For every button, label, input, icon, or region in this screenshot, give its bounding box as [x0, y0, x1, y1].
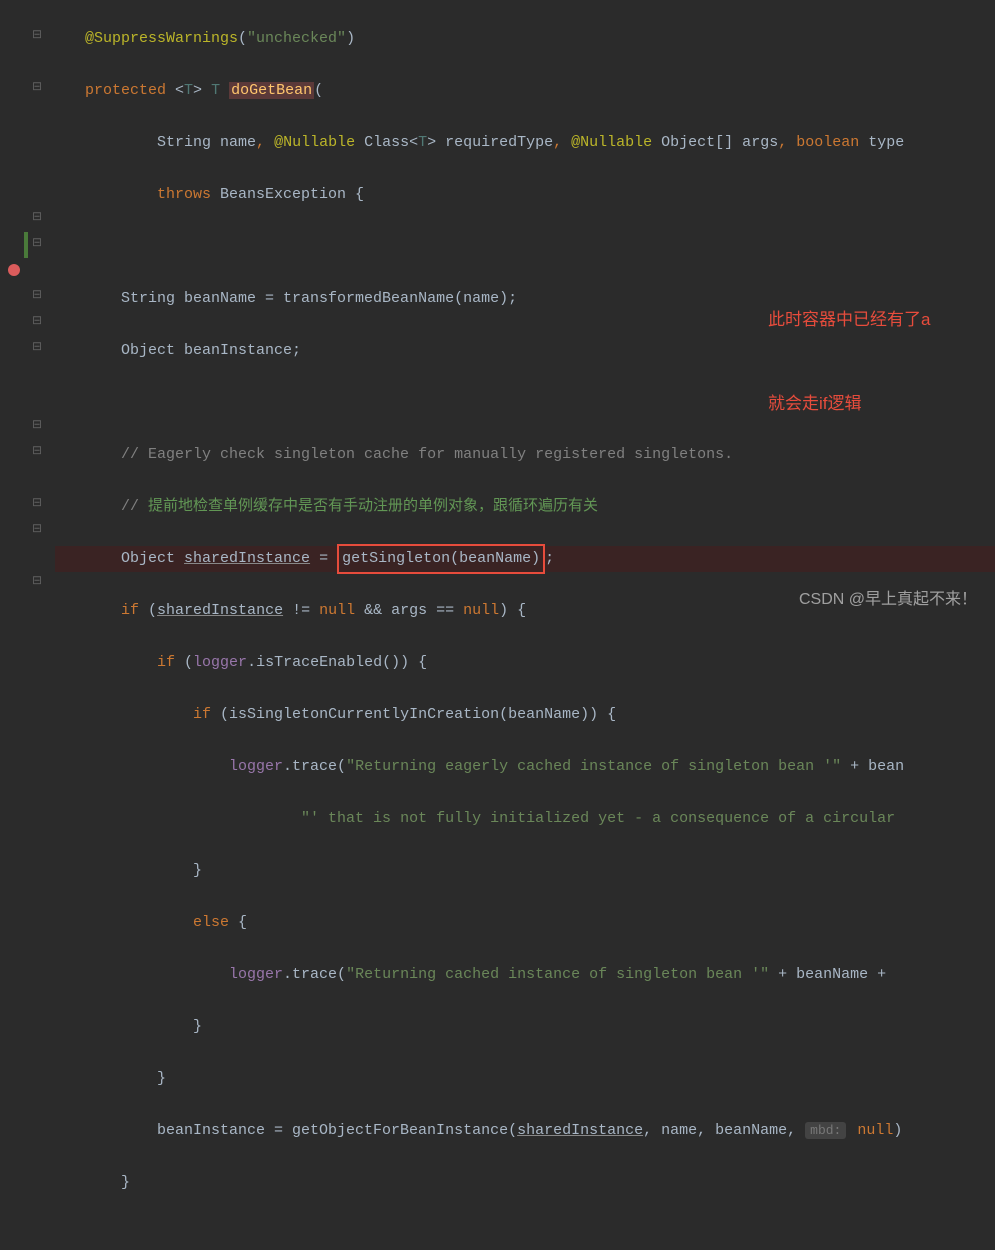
keyword: boolean — [796, 134, 859, 151]
code-line: throws BeansException { — [55, 182, 995, 208]
string-literal: "Returning cached instance of singleton … — [346, 966, 769, 983]
fold-icon[interactable]: ⊟ — [30, 80, 44, 94]
keyword: if — [193, 706, 211, 723]
comment: // — [121, 498, 148, 515]
user-annotation: 此时容器中已经有了a 就会走if逻辑 — [768, 250, 930, 474]
code-line: } — [55, 1066, 995, 1092]
type-param: T — [211, 82, 220, 99]
keyword: if — [121, 602, 139, 619]
annotation-text: @Nullable — [274, 134, 355, 151]
field-ref: logger — [229, 966, 283, 983]
null-literal: null — [319, 602, 355, 619]
annotation-text-line: 此时容器中已经有了a — [768, 306, 930, 334]
code-line: "' that is not fully initialized yet - a… — [55, 806, 995, 832]
annotation-text-line: 就会走if逻辑 — [768, 390, 930, 418]
gutter: ⊟ ⊟ ⊟ ⊟ ⊟ ⊟ ⊟ ⊟ ⊟ ⊟ ⊟ ⊟ — [0, 0, 50, 625]
annotation-text: @SuppressWarnings — [85, 30, 238, 47]
fold-icon[interactable]: ⊟ — [30, 210, 44, 224]
highlighted-method-name: doGetBean — [229, 82, 314, 99]
code-line: String name, @Nullable Class<T> required… — [55, 130, 995, 156]
comment-zh: 提前地检查单例缓存中是否有手动注册的单例对象，跟循环遍历有关 — [148, 498, 598, 515]
keyword: protected — [85, 82, 166, 99]
code-line: } — [55, 1170, 995, 1196]
type-param: T — [418, 134, 427, 151]
code-line: else { — [55, 910, 995, 936]
code-line: logger.trace("Returning cached instance … — [55, 962, 995, 988]
code-line: } — [55, 858, 995, 884]
code-line: if (logger.isTraceEnabled()) { — [55, 650, 995, 676]
fold-icon[interactable]: ⊟ — [30, 418, 44, 432]
fold-icon[interactable]: ⊟ — [30, 444, 44, 458]
variable: sharedInstance — [517, 1122, 643, 1139]
code-line: beanInstance = getObjectForBeanInstance(… — [55, 1118, 995, 1144]
null-literal: null — [463, 602, 499, 619]
code-line: logger.trace("Returning eagerly cached i… — [55, 754, 995, 780]
code-content[interactable]: @SuppressWarnings("unchecked") protected… — [50, 0, 995, 625]
annotation-text: @Nullable — [571, 134, 652, 151]
type-param: T — [184, 82, 193, 99]
code-line: // // 提前地检查单例缓存中是否有手动注册的单例对象，跟循环遍历有关提前地检… — [55, 494, 995, 520]
string-literal: "unchecked" — [247, 30, 346, 47]
param-hint: mbd: — [805, 1122, 846, 1139]
code-editor[interactable]: ⊟ ⊟ ⊟ ⊟ ⊟ ⊟ ⊟ ⊟ ⊟ ⊟ ⊟ ⊟ @SuppressWarning… — [0, 0, 995, 625]
fold-icon[interactable]: ⊟ — [30, 28, 44, 42]
string-literal: "Returning eagerly cached instance of si… — [346, 758, 841, 775]
highlighted-call: getSingleton(beanName) — [337, 544, 545, 574]
variable: sharedInstance — [184, 550, 310, 567]
code-line: @SuppressWarnings("unchecked") — [55, 26, 995, 52]
keyword: throws — [157, 186, 211, 203]
field-ref: logger — [229, 758, 283, 775]
fold-icon[interactable]: ⊟ — [30, 496, 44, 510]
keyword: else — [193, 914, 229, 931]
code-line: } — [55, 1014, 995, 1040]
fold-icon[interactable]: ⊟ — [30, 236, 44, 250]
code-line: if (isSingletonCurrentlyInCreation(beanN… — [55, 702, 995, 728]
fold-icon[interactable]: ⊟ — [30, 340, 44, 354]
code-line: protected <T> T doGetBean( — [55, 78, 995, 104]
fold-icon[interactable]: ⊟ — [30, 574, 44, 588]
watermark: CSDN @早上真起不来！ — [799, 587, 977, 613]
fold-icon[interactable]: ⊟ — [30, 314, 44, 328]
comment: // Eagerly check singleton cache for man… — [121, 446, 733, 463]
breakpoint-marker[interactable] — [8, 264, 20, 276]
fold-icon[interactable]: ⊟ — [30, 288, 44, 302]
variable: sharedInstance — [157, 602, 283, 619]
modified-marker — [24, 232, 28, 258]
string-literal: "' that is not fully initialized yet - a… — [301, 810, 904, 827]
fold-icon[interactable]: ⊟ — [30, 522, 44, 536]
keyword: if — [157, 654, 175, 671]
null-literal: null — [857, 1122, 893, 1139]
breakpoint-line: Object sharedInstance = getSingleton(bea… — [55, 546, 995, 572]
field-ref: logger — [193, 654, 247, 671]
